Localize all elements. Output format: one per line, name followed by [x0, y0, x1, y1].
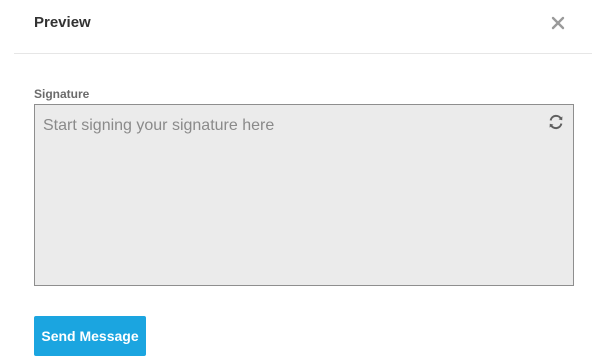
- dialog-header: Preview: [14, 0, 592, 54]
- close-icon[interactable]: [548, 13, 568, 33]
- signature-label: Signature: [34, 87, 90, 101]
- send-message-button[interactable]: Send Message: [34, 316, 146, 356]
- dialog-title: Preview: [34, 14, 91, 31]
- signature-placeholder: Start signing your signature here: [43, 117, 275, 134]
- refresh-icon[interactable]: [547, 113, 565, 131]
- preview-dialog: Preview Signature Start signing your sig…: [0, 0, 600, 364]
- signature-pad[interactable]: Start signing your signature here: [34, 104, 574, 286]
